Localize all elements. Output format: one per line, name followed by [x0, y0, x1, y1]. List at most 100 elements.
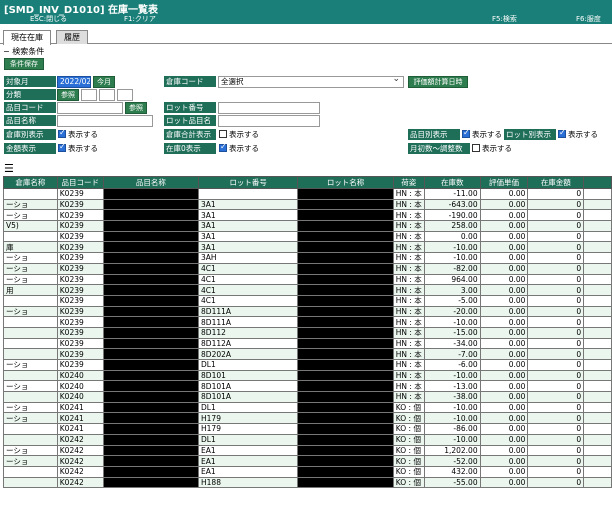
table-row[interactable]: ーショ K0239 DL1 HN : 本 -6.00 0.00 0	[3, 359, 612, 371]
table-row[interactable]: ーショ K0242 EA1 KO : 個 1,202.00 0.00 0	[3, 444, 612, 457]
category-ref-button[interactable]: 参照	[57, 89, 79, 101]
cell-stock-amount: 0	[527, 326, 585, 339]
table-row[interactable]: ーショ K0239 3A1 HN : 本 -643.00 0.00 0	[3, 198, 612, 211]
f6-key[interactable]: F6:服度	[576, 14, 601, 24]
table-row[interactable]: ーショ K0239 4C1 HN : 本 -82.00 0.00 0	[3, 262, 612, 275]
cell-lot-number: 3A1	[198, 241, 299, 254]
eval-datetime-button[interactable]: 評価額計算日時	[408, 76, 468, 88]
cell-stock-amount: 0	[527, 273, 585, 286]
item-code-ref-button[interactable]: 参照	[125, 102, 147, 114]
hamburger-menu-icon[interactable]: ☰	[4, 163, 14, 174]
lot-item-name-input[interactable]	[218, 115, 320, 127]
cell-unit-price: 0.00	[479, 465, 529, 478]
cell-lot-number: H188	[198, 476, 299, 489]
table-row[interactable]: K0239 4C1 HN : 本 -5.00 0.00 0	[3, 294, 612, 307]
target-month-input[interactable]: 2022/02	[57, 76, 91, 88]
col-stock-amount[interactable]: 在庫金額	[527, 176, 585, 189]
warehouse-code-select[interactable]: 全選択	[218, 76, 404, 88]
col-item-code[interactable]: 品目コード	[56, 176, 104, 189]
cell-item-name-redacted	[102, 198, 200, 211]
table-row[interactable]: ーショ K0240 8D101A HN : 本 -13.00 0.00 0	[3, 380, 612, 393]
tab-current-stock[interactable]: 現在在庫	[3, 30, 51, 45]
f1-clear-key[interactable]: F1:クリア	[124, 14, 156, 24]
cell-warehouse-name: ーショ	[3, 380, 58, 393]
month-adjust-checkbox[interactable]: 表示する	[472, 144, 512, 154]
cell-lot-name-redacted	[297, 433, 394, 446]
table-row[interactable]: K0239 8D202A HN : 本 -7.00 0.00 0	[3, 348, 612, 360]
cell-extra	[583, 188, 612, 200]
table-row[interactable]: V5) K0239 3A1 HN : 本 258.00 0.00 0	[3, 220, 612, 232]
table-row[interactable]: K0242 EA1 KO : 個 432.00 0.00 0	[3, 465, 612, 478]
cell-lot-number: 3AH	[198, 252, 299, 264]
cell-stock-amount: 0	[527, 305, 585, 318]
item-code-input[interactable]	[57, 102, 123, 114]
cell-lot-number: H179	[198, 423, 299, 435]
table-header-row: 倉庫名称 品目コード 品目名称 ロット番号 ロット名称 荷姿 在庫数 評価単価 …	[3, 176, 612, 189]
cell-lot-number: 4C1	[198, 294, 299, 307]
item-display-checkbox[interactable]: 表示する	[462, 128, 502, 140]
save-conditions-button[interactable]: 条件保存	[4, 58, 44, 70]
table-row[interactable]: ーショ K0239 8D111A HN : 本 -20.00 0.00 0	[3, 305, 612, 318]
this-month-button[interactable]: 今月	[93, 76, 115, 88]
zero-stock-label: 在庫0表示	[164, 143, 216, 154]
amount-display-checkbox[interactable]: 表示する	[58, 142, 98, 154]
cell-lot-number: H179	[198, 412, 299, 425]
cell-stock-amount: 0	[527, 433, 585, 446]
table-row[interactable]: K0239 8D112 HN : 本 -15.00 0.00 0	[3, 326, 612, 339]
cell-packaging: KO : 個	[392, 465, 425, 478]
table-row[interactable]: K0239 3A1 HN : 本 0.00 0.00 0	[3, 230, 612, 243]
col-item-name[interactable]: 品目名称	[102, 176, 200, 189]
table-row[interactable]: K0239 8D112A HN : 本 -34.00 0.00 0	[3, 337, 612, 350]
cell-warehouse-name: ーショ	[3, 273, 58, 286]
cell-packaging: HN : 本	[392, 241, 425, 254]
category-input-2[interactable]	[99, 89, 115, 101]
cell-lot-number: 8D111A	[198, 316, 299, 328]
table-row[interactable]: ーショ K0239 3A1 HN : 本 -190.00 0.00 0	[3, 209, 612, 222]
table-row[interactable]: 用 K0239 4C1 HN : 本 3.00 0.00 0	[3, 284, 612, 296]
warehouse-display-checkbox[interactable]: 表示する	[58, 128, 98, 140]
col-lot-number[interactable]: ロット番号	[198, 176, 299, 189]
table-row[interactable]: K0242 H188 KO : 個 -55.00 0.00 0	[3, 476, 612, 489]
cell-extra	[583, 305, 612, 318]
cell-stock-amount: 0	[527, 294, 585, 307]
cell-stock-amount: 0	[527, 369, 585, 382]
zero-stock-checkbox[interactable]: 表示する	[219, 142, 259, 154]
cell-warehouse-name	[3, 423, 58, 435]
cell-extra	[583, 444, 612, 457]
table-row[interactable]: K0239 HN : 本 -11.00 0.00 0	[3, 188, 612, 200]
category-input-1[interactable]	[81, 89, 97, 101]
table-row[interactable]: K0241 H179 KO : 個 -86.00 0.00 0	[3, 423, 612, 435]
cell-item-code: K0242	[56, 433, 104, 446]
cell-stock-qty: 258.00	[423, 220, 481, 232]
col-warehouse-name[interactable]: 倉庫名称	[3, 176, 58, 189]
cell-extra	[583, 465, 612, 478]
col-lot-name[interactable]: ロット名称	[297, 176, 394, 189]
warehouse-total-checkbox[interactable]: 表示する	[219, 130, 259, 140]
col-packaging[interactable]: 荷姿	[392, 176, 425, 189]
table-row[interactable]: K0242 DL1 KO : 個 -10.00 0.00 0	[3, 433, 612, 446]
cell-item-name-redacted	[102, 262, 200, 275]
tab-history[interactable]: 履歴	[56, 30, 88, 44]
search-conditions-toggle[interactable]: − 検索条件	[3, 46, 44, 57]
esc-close-key[interactable]: ESC:閉じる	[30, 14, 67, 24]
col-stock-qty[interactable]: 在庫数	[423, 176, 481, 189]
cell-stock-qty: -10.00	[423, 401, 481, 414]
table-row[interactable]: 庫 K0239 3A1 HN : 本 -10.00 0.00 0	[3, 241, 612, 254]
col-unit-price[interactable]: 評価単価	[479, 176, 529, 189]
table-row[interactable]: ーショ K0241 H179 KO : 個 -10.00 0.00 0	[3, 412, 612, 425]
table-row[interactable]: ーショ K0239 4C1 HN : 本 964.00 0.00 0	[3, 273, 612, 286]
cell-unit-price: 0.00	[479, 433, 529, 446]
item-name-input[interactable]	[57, 115, 153, 127]
category-input-3[interactable]	[117, 89, 133, 101]
f5-search-key[interactable]: F5:検索	[492, 14, 517, 24]
table-row[interactable]: K0239 8D111A HN : 本 -10.00 0.00 0	[3, 316, 612, 328]
cell-packaging: KO : 個	[392, 433, 425, 446]
table-row[interactable]: K0240 8D101A HN : 本 -38.00 0.00 0	[3, 391, 612, 403]
table-row[interactable]: ーショ K0242 EA1 KO : 個 -52.00 0.00 0	[3, 455, 612, 467]
cell-item-code: K0239	[56, 284, 104, 296]
table-row[interactable]: ーショ K0239 3AH HN : 本 -10.00 0.00 0	[3, 252, 612, 264]
table-row[interactable]: K0240 8D101 HN : 本 -10.00 0.00 0	[3, 369, 612, 382]
lot-display-checkbox[interactable]: 表示する	[558, 128, 598, 140]
table-row[interactable]: ーショ K0241 DL1 KO : 個 -10.00 0.00 0	[3, 401, 612, 414]
lot-number-input[interactable]	[218, 102, 320, 114]
